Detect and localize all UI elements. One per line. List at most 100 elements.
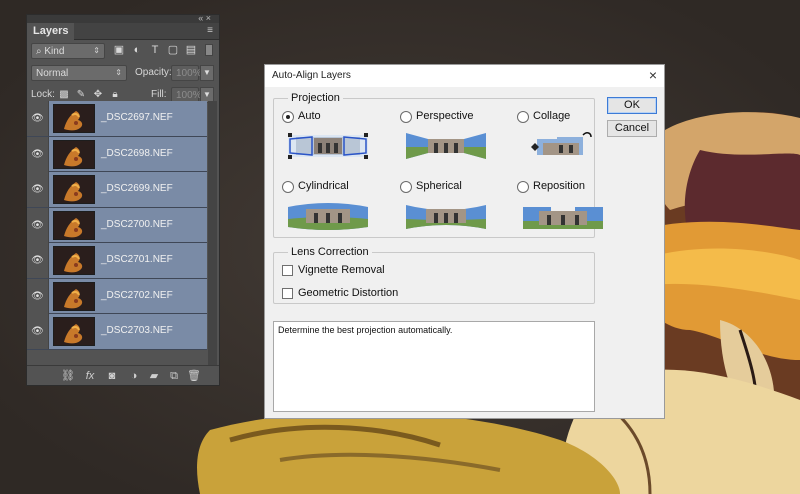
chevron-updown-icon: ⇕	[115, 68, 122, 77]
adjustment-filter-icon[interactable]: ◐	[131, 44, 143, 56]
radio-label-collage[interactable]: Collage	[533, 110, 570, 122]
adjustment-icon[interactable]: ◑	[127, 369, 141, 383]
visibility-eye-icon[interactable]: 👁︎	[27, 314, 49, 349]
cylindrical-projection-thumbnail[interactable]	[288, 199, 368, 233]
panel-top-strip: « ×	[27, 13, 219, 23]
layer-row[interactable]: 👁︎ _DSC2698.NEF	[27, 136, 207, 172]
layer-name[interactable]: _DSC2699.NEF	[101, 183, 173, 194]
lens-correction-group: Lens Correction Vignette Removal Geometr…	[273, 246, 595, 304]
layer-row[interactable]: 👁︎ _DSC2702.NEF	[27, 278, 207, 314]
visibility-eye-icon[interactable]: 👁︎	[27, 172, 49, 207]
perspective-projection-thumbnail[interactable]	[406, 129, 486, 163]
lock-transparent-icon[interactable]: ▩	[58, 89, 70, 101]
blend-mode-value: Normal	[36, 68, 69, 79]
layer-thumbnail	[53, 246, 95, 275]
radio-perspective[interactable]	[400, 111, 412, 123]
cancel-button[interactable]: Cancel	[607, 120, 657, 137]
tab-layers[interactable]: Layers	[27, 23, 75, 40]
layer-name[interactable]: _DSC2700.NEF	[101, 219, 173, 230]
layer-row[interactable]: 👁︎ _DSC2697.NEF	[27, 101, 207, 137]
layer-name[interactable]: _DSC2702.NEF	[101, 290, 173, 301]
ok-button[interactable]: OK	[607, 97, 657, 114]
geometric-distortion-checkbox[interactable]	[282, 288, 293, 299]
projection-legend: Projection	[288, 92, 343, 104]
panel-tab-row: Layers ≡	[27, 23, 219, 40]
blend-row: Normal ⇕ Opacity: 100% ▼	[27, 62, 219, 84]
layer-row[interactable]: 👁︎ _DSC2700.NEF	[27, 207, 207, 243]
layer-thumbnail	[53, 175, 95, 204]
vignette-removal-label[interactable]: Vignette Removal	[298, 264, 385, 276]
panel-menu-icon[interactable]: ≡	[207, 25, 213, 36]
reposition-projection-thumbnail[interactable]	[523, 199, 603, 233]
link-icon[interactable]: ⛓	[61, 369, 75, 383]
panel-footer: ⛓ fx ◙ ◑ ▰ ⧉ 🗑︎	[27, 365, 219, 385]
filter-kind-value: Kind	[44, 46, 65, 57]
type-filter-icon[interactable]: T	[149, 44, 161, 56]
layer-row[interactable]: 👁︎ _DSC2699.NEF	[27, 172, 207, 208]
radio-reposition[interactable]	[517, 181, 529, 193]
visibility-eye-icon[interactable]: 👁︎	[27, 136, 49, 172]
layer-list: 👁︎ _DSC2697.NEF 👁︎ _DSC2698.NEF 👁︎ _DSC2699.N…	[27, 101, 207, 366]
group-folder-icon[interactable]: ▰	[147, 369, 161, 383]
projection-group: Projection Auto Perspective Collage Cylindr…	[273, 92, 603, 238]
visibility-eye-icon[interactable]: 👁︎	[27, 101, 49, 136]
radio-label-perspective[interactable]: Perspective	[416, 110, 473, 122]
dialog-titlebar[interactable]: Auto-Align Layers ×	[265, 65, 664, 87]
layer-thumbnail	[53, 317, 95, 346]
smart-object-filter-icon[interactable]: ▤	[185, 44, 197, 56]
layer-name[interactable]: _DSC2697.NEF	[101, 112, 173, 123]
pixel-filter-icon[interactable]: ▣	[113, 44, 125, 56]
lock-label: Lock:	[31, 89, 55, 100]
blend-mode-select[interactable]: Normal ⇕	[31, 65, 127, 81]
radio-auto[interactable]	[282, 111, 294, 123]
layer-name[interactable]: _DSC2701.NEF	[101, 254, 173, 265]
radio-cylindrical[interactable]	[282, 181, 294, 193]
auto-align-dialog: Auto-Align Layers × Projection Auto Persp…	[264, 64, 665, 419]
filter-kind-select[interactable]: ⌕ Kind ⇕	[31, 43, 105, 59]
filter-toggle[interactable]	[205, 44, 213, 56]
layers-scrollbar[interactable]	[208, 101, 217, 366]
description-box: Determine the best projection automatica…	[273, 321, 595, 412]
layer-thumbnail	[53, 281, 95, 311]
layer-thumbnail	[53, 139, 95, 169]
description-text: Determine the best projection automatica…	[278, 325, 453, 335]
geometric-distortion-label[interactable]: Geometric Distortion	[298, 287, 398, 299]
vignette-removal-checkbox[interactable]	[282, 265, 293, 276]
visibility-eye-icon[interactable]: 👁︎	[27, 278, 49, 314]
layer-thumbnail	[53, 104, 95, 133]
opacity-label: Opacity:	[135, 67, 172, 78]
opacity-dropdown-button[interactable]: ▼	[200, 65, 214, 81]
filter-row: ⌕ Kind ⇕ ▣ ◐ T ▢ ▤	[27, 40, 219, 62]
new-layer-icon[interactable]: ⧉	[167, 369, 181, 383]
radio-label-auto[interactable]: Auto	[298, 110, 321, 122]
fill-label: Fill:	[151, 89, 167, 100]
lock-paint-icon[interactable]: ✎	[75, 89, 87, 101]
lock-position-icon[interactable]: ✥	[92, 89, 104, 101]
layers-panel: « × Layers ≡ ⌕ Kind ⇕ ▣ ◐ T ▢ ▤ Normal ⇕…	[26, 13, 220, 386]
collapse-panel-icon[interactable]: « ×	[198, 13, 211, 23]
radio-spherical[interactable]	[400, 181, 412, 193]
close-icon[interactable]: ×	[649, 67, 657, 83]
spherical-projection-thumbnail[interactable]	[406, 199, 486, 233]
lock-all-icon[interactable]: 🔒︎	[109, 89, 121, 101]
visibility-eye-icon[interactable]: 👁︎	[27, 207, 49, 243]
layer-row[interactable]: 👁︎ _DSC2701.NEF	[27, 243, 207, 279]
trash-icon[interactable]: 🗑︎	[187, 369, 201, 383]
dialog-title: Auto-Align Layers	[272, 70, 351, 81]
opacity-input[interactable]: 100%	[171, 65, 202, 81]
visibility-eye-icon[interactable]: 👁︎	[27, 243, 49, 278]
lens-correction-legend: Lens Correction	[288, 246, 372, 258]
fx-icon[interactable]: fx	[83, 369, 97, 383]
radio-collage[interactable]	[517, 111, 529, 123]
shape-filter-icon[interactable]: ▢	[167, 44, 179, 56]
auto-projection-thumbnail[interactable]	[288, 129, 368, 163]
mask-icon[interactable]: ◙	[105, 369, 119, 383]
radio-label-spherical[interactable]: Spherical	[416, 180, 462, 192]
radio-label-reposition[interactable]: Reposition	[533, 180, 585, 192]
layer-name[interactable]: _DSC2703.NEF	[101, 325, 173, 336]
layer-thumbnail	[53, 210, 95, 240]
layer-row[interactable]: 👁︎ _DSC2703.NEF	[27, 314, 207, 350]
collage-projection-thumbnail[interactable]	[523, 129, 603, 163]
radio-label-cylindrical[interactable]: Cylindrical	[298, 180, 349, 192]
layer-name[interactable]: _DSC2698.NEF	[101, 148, 173, 159]
